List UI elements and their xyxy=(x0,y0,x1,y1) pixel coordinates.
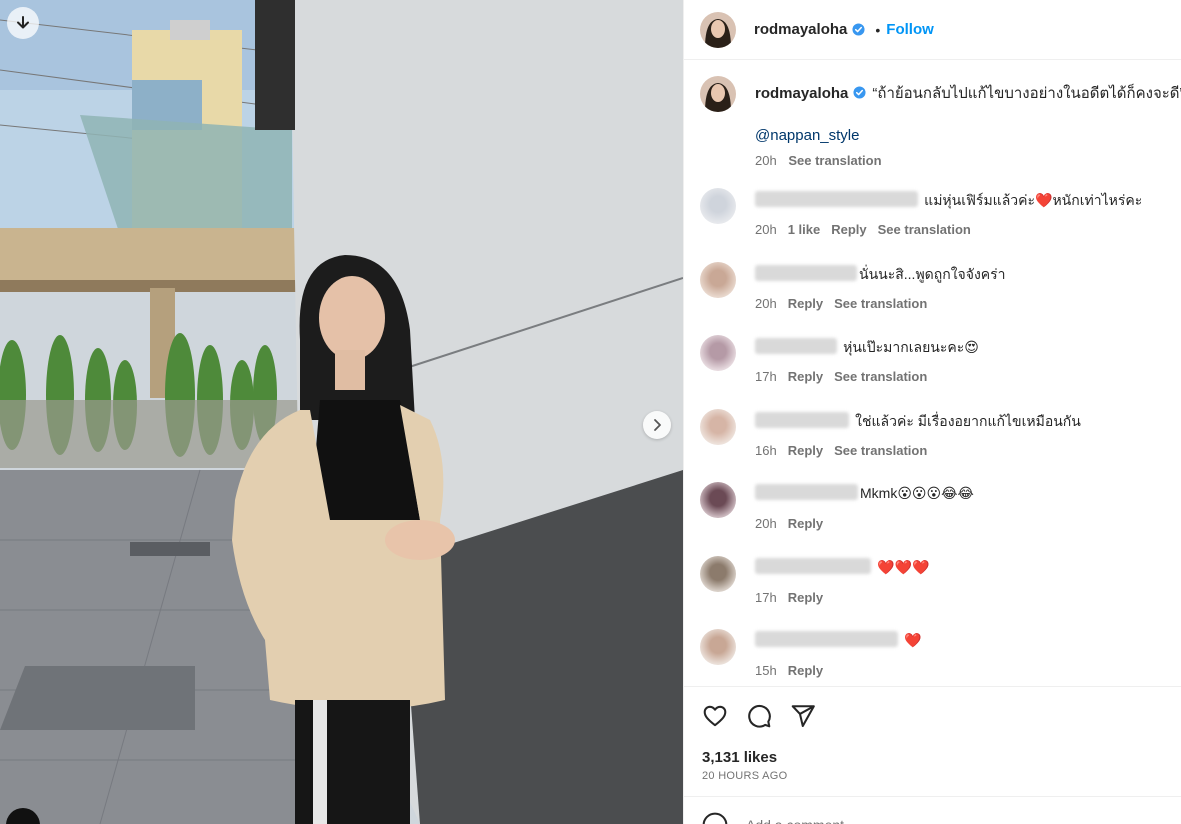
download-button[interactable] xyxy=(7,7,39,39)
comment-time[interactable]: 20h xyxy=(755,222,777,237)
next-photo-button[interactable] xyxy=(643,411,671,439)
share-button[interactable] xyxy=(790,703,816,729)
comment-reply-button[interactable]: Reply xyxy=(831,222,866,237)
comment-time[interactable]: 17h xyxy=(755,369,777,384)
comment-time[interactable]: 20h xyxy=(755,296,777,311)
separator-dot: • xyxy=(875,21,881,38)
comment-likes[interactable]: 1 like xyxy=(788,222,821,237)
comment-see-translation[interactable]: See translation xyxy=(834,296,927,311)
comment-time[interactable]: 17h xyxy=(755,590,777,605)
comment-text: นั่นนะสิ...พูดถูกใจจังคร่า xyxy=(859,265,1006,282)
download-icon xyxy=(17,16,29,29)
photo-image xyxy=(0,0,683,824)
comment-item: ❤️❤️❤️ 17h Reply xyxy=(700,554,1180,628)
post-actions-section: 3,131 likes 20 HOURS AGO xyxy=(684,686,1181,796)
commenter-username[interactable] xyxy=(755,264,857,281)
post-side-panel: rodmayaloha • Follow rodmayaloha “ถ้าย้อน… xyxy=(683,0,1181,824)
comment-item: หุ่นเป๊ะมากเลยนะคะ😍 17h Reply See translat… xyxy=(700,333,1180,407)
comment-item: นั่นนะสิ...พูดถูกใจจังคร่า 20h Reply See t… xyxy=(700,260,1180,334)
follow-button[interactable]: Follow xyxy=(886,21,934,38)
comment-item: ใช่แล้วค่ะ มีเรื่องอยากแก้ไขเหมือนกัน 16… xyxy=(700,407,1180,481)
commenter-avatar[interactable] xyxy=(700,555,736,592)
comment-item: Mkmk😮😮😮😂😂 20h Reply xyxy=(700,480,1180,554)
caption-time[interactable]: 20h xyxy=(755,153,777,168)
comment-reply-button[interactable]: Reply xyxy=(788,296,823,311)
comment-icon xyxy=(748,704,771,728)
commenter-avatar[interactable] xyxy=(700,482,736,518)
comment-reply-button[interactable]: Reply xyxy=(788,663,823,678)
caption-username[interactable]: rodmayaloha xyxy=(755,85,848,102)
commenter-username[interactable] xyxy=(755,484,858,500)
comment-button[interactable] xyxy=(746,703,772,729)
verified-badge-icon xyxy=(853,86,866,99)
caption-see-translation[interactable]: See translation xyxy=(788,153,881,168)
post-caption: rodmayaloha “ถ้าย้อนกลับไปแก้ไขบางอย่างใน… xyxy=(700,76,1181,168)
commenter-avatar[interactable] xyxy=(700,335,736,371)
add-comment-bar xyxy=(684,796,1181,824)
author-avatar[interactable] xyxy=(700,11,736,48)
comment-text: ใช่แล้วค่ะ มีเรื่องอยากแก้ไขเหมือนกัน xyxy=(855,412,1081,429)
comments-list: แม่หุ่นเฟิร์มแล้วค่ะ❤️หนักเท่าไหร่คะ 20h… xyxy=(700,186,1180,701)
post-photo[interactable] xyxy=(0,0,683,824)
comment-reply-button[interactable]: Reply xyxy=(788,443,823,458)
commenter-avatar[interactable] xyxy=(700,188,736,224)
comment-time[interactable]: 15h xyxy=(755,663,777,678)
chevron-right-icon xyxy=(654,419,661,431)
commenter-username[interactable] xyxy=(755,411,849,428)
post-header: rodmayaloha • Follow xyxy=(684,0,1181,60)
emoji-icon xyxy=(702,812,728,824)
comment-item: แม่หุ่นเฟิร์มแล้วค่ะ❤️หนักเท่าไหร่คะ 20h… xyxy=(700,186,1180,260)
comment-text: Mkmk😮😮😮😂😂 xyxy=(860,485,974,501)
commenter-avatar[interactable] xyxy=(700,261,736,298)
likes-count[interactable]: 3,131 likes xyxy=(702,749,777,766)
comment-text: ❤️ xyxy=(904,632,922,648)
comment-see-translation[interactable]: See translation xyxy=(834,369,927,384)
caption-author-avatar[interactable] xyxy=(700,76,736,112)
comment-see-translation[interactable]: See translation xyxy=(834,443,927,458)
commenter-avatar[interactable] xyxy=(700,408,736,445)
comment-time[interactable]: 16h xyxy=(755,443,777,458)
verified-badge-icon xyxy=(852,23,865,36)
comment-reply-button[interactable]: Reply xyxy=(788,369,823,384)
comment-time[interactable]: 20h xyxy=(755,516,777,531)
commenter-username[interactable] xyxy=(755,191,918,207)
like-button[interactable] xyxy=(702,703,728,729)
commenter-username[interactable] xyxy=(755,557,871,574)
comment-reply-button[interactable]: Reply xyxy=(788,516,823,531)
caption-text: “ถ้าย้อนกลับไปแก้ไขบางอย่างในอดีตได้ก็คง… xyxy=(872,85,1181,102)
share-icon xyxy=(791,705,815,727)
author-username[interactable]: rodmayaloha xyxy=(754,21,847,38)
emoji-button[interactable] xyxy=(702,812,728,824)
comment-text: หุ่นเป๊ะมากเลยนะคะ😍 xyxy=(843,339,979,355)
comment-text: แม่หุ่นเฟิร์มแล้วค่ะ❤️หนักเท่าไหร่คะ xyxy=(924,192,1143,208)
commenter-username[interactable] xyxy=(755,631,898,647)
comment-reply-button[interactable]: Reply xyxy=(788,590,823,605)
commenter-avatar[interactable] xyxy=(700,629,736,665)
caption-mention-link[interactable]: @nappan_style xyxy=(755,127,1181,144)
comment-text: ❤️❤️❤️ xyxy=(877,558,930,575)
post-time-ago[interactable]: 20 HOURS AGO xyxy=(702,770,788,782)
heart-icon xyxy=(703,705,727,727)
commenter-username[interactable] xyxy=(755,338,837,354)
comment-see-translation[interactable]: See translation xyxy=(878,222,971,237)
add-comment-input[interactable] xyxy=(746,817,1046,824)
